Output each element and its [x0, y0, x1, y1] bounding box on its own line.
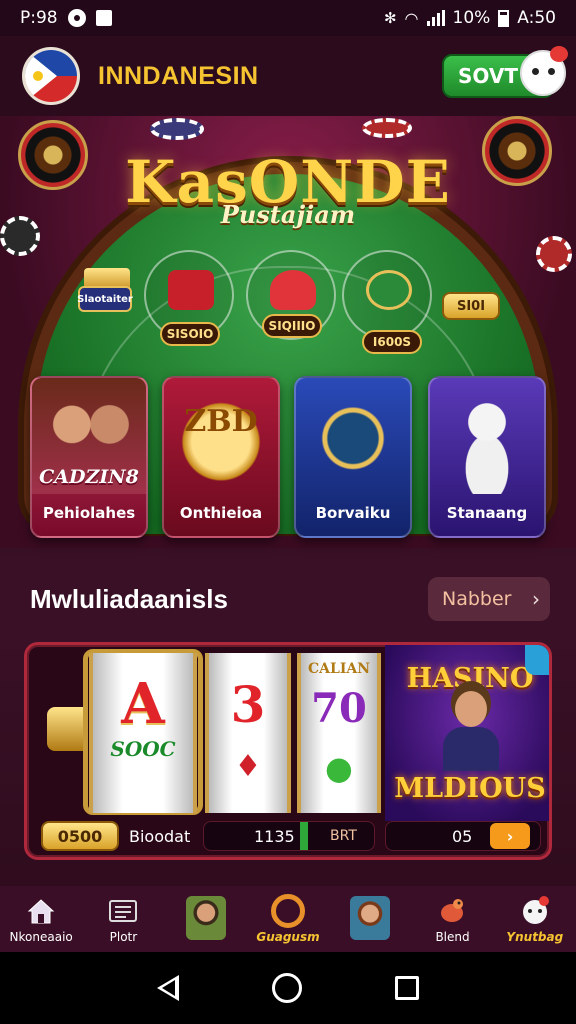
avatar-icon: [350, 896, 391, 940]
promo-card[interactable]: HASINO MLDIOUS: [385, 645, 549, 821]
category-label: Stanaang: [446, 504, 528, 522]
bet-label: Bioodat: [129, 826, 191, 846]
bet-pill[interactable]: 0500: [41, 821, 119, 851]
value-text: 05: [452, 826, 473, 846]
bottom-nav: Nkoneaaio Plotr Guagusm Blend Ynutbag: [0, 886, 576, 952]
notification-circle-icon: [67, 9, 86, 27]
green-bar: [300, 822, 308, 850]
section-more-button[interactable]: Nabber ›: [428, 577, 550, 621]
category-card-standing[interactable]: Stanaang: [428, 376, 546, 538]
section-title: Mwluliadaanisls: [30, 584, 228, 614]
poker-chip-icon: [536, 236, 572, 272]
status-time-left: P:98: [20, 8, 58, 28]
status-bar: P:98 ✻ ◠ 10% A:50: [0, 0, 576, 36]
wifi-icon: ◠: [404, 8, 419, 28]
category-card-casino[interactable]: CADZIN8 Pehiolahes: [30, 376, 148, 538]
lime-icon: ●: [325, 749, 353, 787]
left-badge: Slaotaiter: [77, 286, 133, 312]
category-label: Onthieioa: [179, 504, 263, 522]
bird-icon: [436, 894, 470, 928]
notification-square-icon: [95, 10, 112, 26]
chevron-right-icon: ›: [532, 587, 540, 611]
avatar-icon: [185, 896, 226, 940]
ring-icon: [270, 894, 305, 928]
nav-item-bird[interactable]: Blend: [411, 886, 493, 952]
reel-symbol: 70: [311, 685, 367, 732]
emblem-chips[interactable]: [342, 250, 432, 340]
nav-label: Plotr: [109, 930, 138, 944]
slot-lever-icon: [47, 707, 87, 751]
reel-sub-symbol: CALIAN: [307, 661, 371, 677]
games-panel: A SOOC 3 ♦ CALIAN 70 ● HASINO MLDIOUS 05…: [24, 642, 552, 860]
home-circle-icon[interactable]: [271, 973, 302, 1003]
shield-emblem-icon: [296, 378, 410, 494]
back-icon[interactable]: [156, 975, 179, 1001]
section-more-label: Nabber: [442, 588, 512, 610]
corner-tag-icon: [525, 645, 549, 675]
category-label: Borvaiku: [315, 504, 391, 522]
app-title: INNDANESIN: [98, 61, 259, 90]
nav-item-ring[interactable]: Guagusm: [247, 886, 329, 952]
value-pill: 1135 BRT: [203, 821, 375, 851]
category-card-online[interactable]: ZBD Onthieioa: [162, 376, 280, 538]
nav-item-avatar-1[interactable]: [165, 886, 247, 952]
cherry-icon: ♦: [234, 749, 262, 784]
nav-item-list[interactable]: Plotr: [82, 886, 164, 952]
bear-mascot-icon: [430, 378, 544, 494]
category-label: Pehiolahes: [42, 504, 136, 522]
mascot-icon: [520, 46, 568, 96]
app-header: INNDANESIN SOVT: [0, 36, 576, 116]
nav-label: Ynutbag: [506, 930, 564, 944]
devil-face-icon: [168, 270, 214, 310]
nav-item-avatar-2[interactable]: [329, 886, 411, 952]
poker-chip-icon: [150, 118, 204, 140]
value-text: 1135: [254, 826, 295, 846]
battery-icon: [498, 9, 510, 27]
reel-sub-symbol: SOOC: [110, 737, 176, 761]
app-screen: P:98 ✻ ◠ 10% A:50 INNDANESIN SOVT KasOND…: [0, 0, 576, 1024]
nav-item-mascot[interactable]: Ynutbag: [494, 886, 576, 952]
emblem-label: SISOIO: [160, 322, 220, 346]
value-tail: BRT: [330, 828, 357, 844]
chip-stack-icon: [366, 270, 412, 310]
mascot-icon: [518, 894, 552, 928]
system-nav-bar: [0, 952, 576, 1024]
nav-item-home[interactable]: Nkoneaaio: [0, 886, 82, 952]
reel-symbol: 3: [230, 675, 266, 734]
promo-subtitle: MLDIOUS: [394, 773, 546, 804]
poker-chip-icon: [362, 118, 412, 138]
value-pill-2: 05 ›: [385, 821, 541, 851]
coin-text: ZBD: [184, 404, 258, 439]
home-icon: [24, 894, 58, 928]
signal-icon: [426, 10, 445, 26]
category-card-bonus[interactable]: Borvaiku: [294, 376, 412, 538]
sovt-button[interactable]: SOVT: [442, 46, 568, 98]
category-title: CADZIN8: [39, 466, 139, 488]
status-clock: A:50: [517, 8, 556, 28]
emblem-label: SIQIIIO: [262, 314, 322, 338]
nav-label: Blend: [435, 930, 470, 944]
side-badge: SI0I: [442, 292, 500, 320]
slot-reel[interactable]: CALIAN 70 ●: [297, 653, 381, 813]
sovt-button-label: SOVT: [458, 64, 518, 88]
hero-subtitle: Pustajiam: [220, 200, 356, 229]
battery-percent: 10%: [452, 8, 491, 28]
slot-reel[interactable]: 3 ♦: [205, 653, 291, 813]
heart-icon: [270, 270, 316, 310]
recents-icon[interactable]: [395, 976, 420, 1000]
slot-reel[interactable]: A SOOC: [89, 653, 197, 813]
reel-symbol: A: [121, 671, 165, 737]
emblem-label: I600S: [362, 330, 422, 354]
nav-label: Nkoneaaio: [9, 930, 73, 944]
list-icon: [106, 894, 140, 928]
dealer-portrait-icon: [443, 691, 499, 771]
bluetooth-icon: ✻: [383, 9, 397, 27]
nav-label: Guagusm: [256, 930, 320, 944]
chevron-right-icon[interactable]: ›: [490, 823, 530, 849]
flag-logo-icon[interactable]: [22, 47, 80, 105]
